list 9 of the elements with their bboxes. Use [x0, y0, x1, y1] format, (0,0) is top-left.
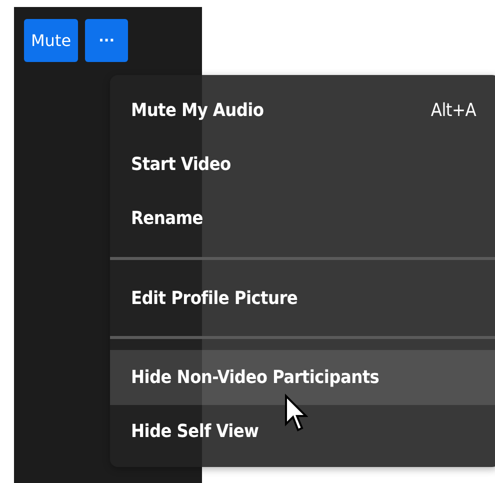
more-button[interactable]: ···	[85, 19, 128, 62]
menu-item[interactable]: Mute My Audio Alt+A	[110, 83, 495, 138]
shortcut-label: Alt+A	[430, 100, 476, 121]
menu-item[interactable]: Start Video	[110, 137, 495, 192]
menu-item[interactable]: Hide Non-Video Participants	[110, 350, 495, 405]
menu-item[interactable]: Edit Profile Picture	[110, 271, 495, 326]
mute-button[interactable]: Mute	[24, 19, 78, 62]
menu-item[interactable]: Rename	[110, 192, 495, 246]
menu-item[interactable]: Hide Self View	[110, 404, 495, 459]
